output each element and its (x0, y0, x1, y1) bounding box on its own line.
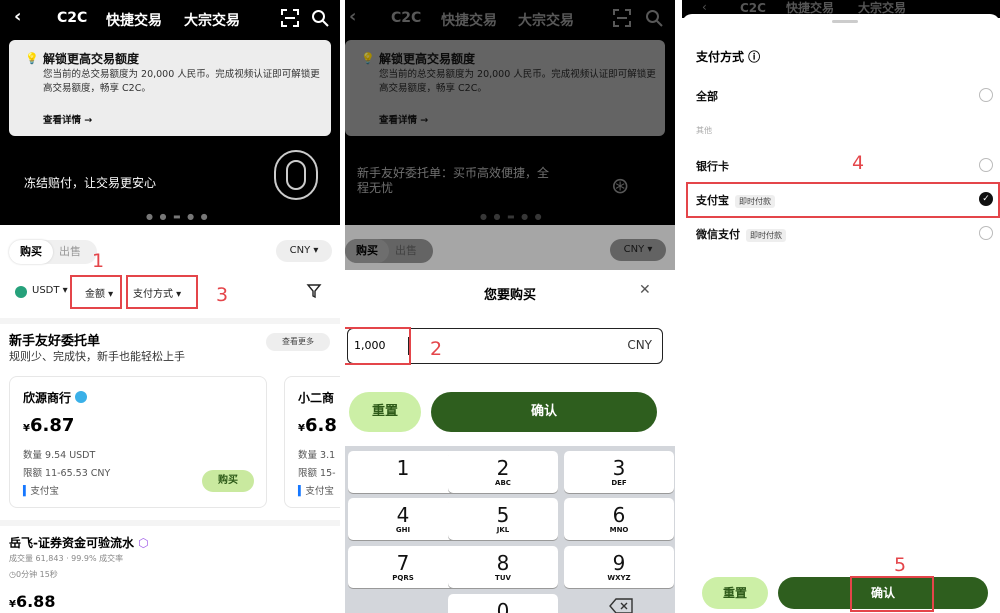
tab-c2c[interactable]: C2C (740, 2, 766, 14)
hero-area: 💡 解锁更高交易额度 您当前的总交易额度为 20,000 人民币。完成视频认证即… (0, 38, 340, 225)
banner-title: 解锁更高交易额度 (43, 52, 140, 66)
option-all[interactable]: 全部 (696, 88, 718, 104)
currency-select[interactable]: CNY ▾ (276, 240, 332, 262)
tab-quick-trade[interactable]: 快捷交易 (106, 10, 162, 30)
tab-block-trade[interactable]: 大宗交易 (858, 2, 906, 14)
sheet-title: 支付方式 ⓘ (696, 50, 761, 64)
filter-icon[interactable] (306, 283, 322, 299)
merchant-time: ◷0分钟 15秒 (9, 570, 58, 579)
back-icon[interactable]: ‹ (14, 6, 21, 27)
tab-buy[interactable]: 购买 (9, 240, 53, 264)
buy-button[interactable]: 购买 (202, 470, 254, 492)
offer-limit: 限额 15- (298, 468, 336, 479)
payment-method: ▍支付宝 (298, 486, 334, 497)
annotation-number-4: 4 (852, 152, 865, 174)
lightbulb-icon: 💡 (25, 52, 39, 65)
radio-bank-card[interactable] (979, 158, 993, 172)
merchant-stats: 成交量 61,843 · 99.9% 成交率 (9, 554, 124, 563)
merchant-name: 欣源商行 (23, 389, 88, 406)
shield-inner-icon (286, 160, 306, 190)
annotation-box-5 (850, 576, 934, 612)
annotation-box-1 (70, 275, 122, 309)
key-8[interactable]: 8 TUV (448, 546, 558, 588)
annotation-number-5: 5 (894, 554, 907, 576)
merchant-name: 小二商 (298, 391, 335, 405)
offer-card[interactable]: 欣源商行 ¥6.87 数量 9.54 USDT 限额 11-65.53 CNY … (9, 376, 267, 508)
merchant-name[interactable]: 岳飞-证券资金可验流水 ⬡ (9, 534, 149, 551)
section-subtitle: 规则少、完成快，新手也能轻松上手 (9, 350, 185, 363)
badge-icon: ⬡ (138, 536, 149, 550)
usdt-icon (15, 286, 27, 298)
search-icon[interactable] (311, 9, 329, 27)
offer-limit: 限额 11-65.53 CNY (23, 468, 111, 479)
key-3[interactable]: 3 DEF (564, 451, 674, 493)
top-nav: ‹ C2C 快捷交易 大宗交易 (0, 0, 340, 38)
reset-button[interactable]: 重置 (702, 577, 768, 609)
payment-method: ▍支付宝 (23, 486, 59, 497)
section-divider (0, 520, 340, 526)
key-5[interactable]: 5 JKL (448, 498, 558, 540)
carousel-slogan: 冻结赔付，让交易更安心 (24, 176, 157, 190)
confirm-button[interactable]: 确认 (431, 392, 657, 432)
view-more-button[interactable]: 查看更多 (266, 333, 330, 351)
drag-handle[interactable] (832, 20, 858, 23)
option-bank-card[interactable]: 银行卡 (696, 158, 729, 174)
key-0[interactable]: 0 (448, 594, 558, 613)
section-divider (0, 318, 340, 324)
sheet-title: 您要购买 (483, 288, 536, 303)
section-title: 新手友好委托单 (9, 334, 101, 349)
modal-backdrop[interactable] (345, 0, 675, 270)
panel-divider (675, 0, 682, 613)
carousel-dots[interactable]: ● ● ▬ ● ● (146, 212, 210, 221)
annotation-box-3 (126, 275, 198, 309)
tab-c2c[interactable]: C2C (57, 10, 87, 26)
back-icon[interactable]: ‹ (702, 0, 707, 14)
key-4[interactable]: 4 GHI (348, 498, 458, 540)
payment-sheet: 支付方式 ⓘ 全部 其他 银行卡 4 支付宝 即时付款 ✓ 微信支付 即时付款 重置… (682, 14, 1000, 613)
screen-c2c-buy: ‹ C2C 快捷交易 大宗交易 💡 解锁更高交易额度 您当前的总交易额度为 20… (0, 0, 340, 613)
key-2[interactable]: 2 ABC (448, 451, 558, 493)
key-6[interactable]: 6 MNO (564, 498, 674, 540)
banner-link[interactable]: 查看详情 → (43, 112, 92, 126)
tab-quick-trade[interactable]: 快捷交易 (786, 2, 834, 14)
tab-sell[interactable]: 出售 (59, 240, 81, 264)
banner-description: 您当前的总交易额度为 20,000 人民币。完成视频认证即可解锁更高交易额度，畅… (43, 69, 320, 94)
annotation-box-2 (345, 327, 411, 365)
group-label-other: 其他 (696, 126, 712, 135)
numeric-keypad: 1 2 ABC 3 DEF 4 GHI 5 JKL 6 MNO 7 PQRS 8 TUV 9W… (345, 446, 675, 613)
annotation-number-3: 3 (216, 284, 229, 306)
tab-block-trade[interactable]: 大宗交易 (184, 10, 240, 30)
key-9[interactable]: 9 WXYZ (564, 546, 674, 588)
verified-icon (75, 391, 88, 403)
offer-price: ¥6.87 (23, 415, 75, 436)
clock-icon: ◷ (9, 570, 16, 579)
buy-sell-toggle: 购买 出售 (9, 240, 97, 264)
backspace-icon[interactable] (609, 598, 633, 613)
offer-price: ¥6.8 (298, 415, 337, 436)
scan-icon[interactable] (281, 9, 299, 27)
offer-card[interactable]: 小二商 ¥6.8 数量 3.1 限额 15- ▍支付宝 (284, 376, 340, 508)
annotation-number-1: 1 (92, 250, 105, 272)
annotation-box-4 (686, 182, 1000, 218)
limit-banner[interactable]: 💡 解锁更高交易额度 您当前的总交易额度为 20,000 人民币。完成视频认证即… (9, 40, 331, 136)
offer-quantity: 数量 3.1 (298, 450, 336, 461)
merchant-price: ¥6.88 (9, 592, 56, 611)
annotation-number-2: 2 (430, 338, 443, 360)
offer-quantity: 数量 9.54 USDT (23, 450, 96, 461)
radio-wechat-pay[interactable] (979, 226, 993, 240)
option-wechat-pay[interactable]: 微信支付 即时付款 (696, 226, 786, 242)
coin-filter[interactable]: USDT ▾ (32, 285, 68, 296)
key-1[interactable]: 1 (348, 451, 458, 493)
amount-unit: CNY (627, 338, 652, 352)
screen-payment-method: ‹ C2C 快捷交易 大宗交易 支付方式 ⓘ 全部 其他 银行卡 4 支付宝 即时… (682, 0, 1000, 613)
reset-button[interactable]: 重置 (349, 392, 421, 432)
key-7[interactable]: 7 PQRS (348, 546, 458, 588)
close-icon[interactable]: ✕ (639, 282, 651, 298)
screen-amount-entry: ‹ C2C 快捷交易 大宗交易 💡 解锁更高交易额度 您当前的总交易额度为 20… (345, 0, 675, 613)
radio-all[interactable] (979, 88, 993, 102)
